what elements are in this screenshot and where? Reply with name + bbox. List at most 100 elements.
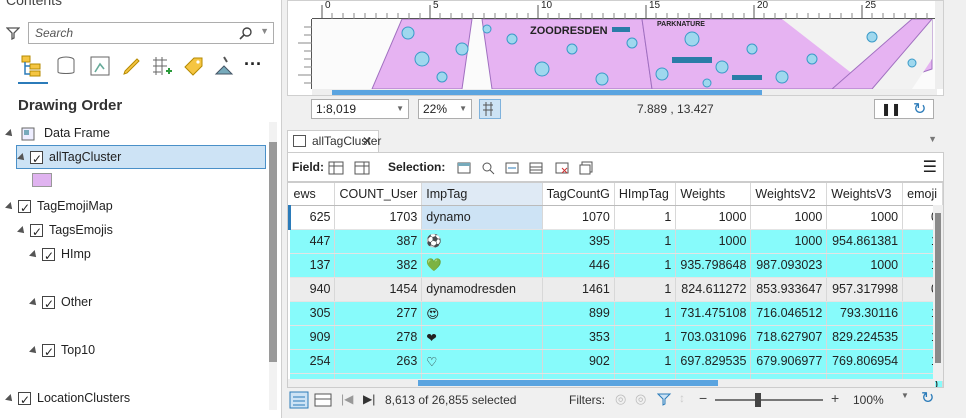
copy-selected-icon[interactable] [578,160,594,176]
table-cell[interactable]: 1 [614,253,677,278]
table-row[interactable]: 137382💚4461935.798648987.09302310001 [289,253,943,278]
table-cell[interactable]: 💚 [421,253,543,278]
list-by-snapping-icon[interactable] [150,54,174,78]
table-cell[interactable]: 679.906977 [750,349,828,374]
scrollbar-thumb[interactable] [332,90,762,95]
table-cell[interactable]: 731.475108 [675,301,752,326]
column-header[interactable]: ews [289,183,336,206]
zoom-in-icon[interactable]: + [831,390,839,406]
list-by-selection-icon[interactable] [88,54,112,78]
refresh-icon[interactable]: ↻ [913,99,926,119]
close-icon[interactable]: ✕ [362,131,372,151]
tree-item-other[interactable]: Other [29,291,92,315]
grid-snapping-button[interactable] [479,99,501,119]
table-cell[interactable]: 446 [542,253,615,278]
table-cell[interactable]: 902 [542,349,615,374]
table-cell[interactable]: 278 [334,325,423,350]
zoom-dropdown[interactable]: 22% ▼ [418,99,472,119]
zoom-out-icon[interactable]: − [699,390,707,406]
table-cell[interactable]: 1 [614,277,677,302]
table-menu-icon[interactable]: ☰ [923,157,937,177]
table-cell[interactable]: 305 [289,301,336,326]
table-cell[interactable]: 1000 [750,205,828,230]
more-options-icon[interactable]: ··· [244,54,262,75]
table-cell[interactable]: dynamodresden [421,277,543,302]
table-cell[interactable]: 1 [614,205,677,230]
table-row[interactable]: 447387⚽395110001000954.8613811 [289,229,943,254]
chevron-down-icon[interactable]: ▼ [459,100,467,118]
table-cell[interactable]: 718.627907 [750,325,828,350]
scrollbar-thumb[interactable] [269,142,277,362]
map-view[interactable]: 0 5 10 15 20 25 ZOODRESDEN PARKNATURE [287,0,944,96]
table-cell[interactable]: 899 [542,301,615,326]
tree-item-locationclusters[interactable]: LocationClusters [5,387,130,411]
list-by-drawing-order-icon[interactable] [20,54,44,78]
scrollbar-thumb[interactable] [418,380,718,386]
table-cell[interactable]: 824.611272 [675,277,752,302]
column-header[interactable]: HImpTag [614,183,677,206]
select-by-attributes-icon[interactable] [456,160,472,176]
list-by-editing-icon[interactable] [120,54,144,78]
zoom-slider[interactable] [715,393,823,407]
layer-visibility-checkbox[interactable] [30,148,43,170]
expand-icon[interactable] [5,201,15,212]
table-cell[interactable]: 1703 [334,205,423,230]
table-cell[interactable]: ♡ [421,349,543,374]
expand-icon[interactable] [5,128,15,139]
table-cell[interactable]: 853.933647 [750,277,828,302]
table-row[interactable]: 6251703dynamo107011000100010000 [288,205,943,230]
tree-item-top10[interactable]: Top10 [29,339,95,363]
table-cell[interactable]: 987.093023 [750,253,828,278]
table-cell[interactable]: 1070 [542,205,615,230]
table-cell[interactable]: 353 [542,325,615,350]
column-header[interactable]: emoji [902,183,943,206]
table-cell[interactable]: 387 [334,229,423,254]
table-cell[interactable]: 1000 [675,229,752,254]
show-all-records-icon[interactable] [289,391,309,409]
tree-item-alltagcluster[interactable]: allTagCluster [17,146,121,170]
refresh-icon[interactable]: ↻ [921,388,934,408]
table-cell[interactable]: 277 [334,301,423,326]
column-header[interactable]: TagCountG [542,183,615,206]
filter-by-extent-icon[interactable]: ◎ [615,391,626,407]
table-cell[interactable]: 697.829535 [675,349,752,374]
table-cell[interactable]: 1 [614,325,677,350]
expand-icon[interactable] [29,249,39,260]
scrollbar-thumb[interactable] [935,213,941,363]
table-cell[interactable]: 940 [289,277,336,302]
switch-selection-icon[interactable] [504,160,520,176]
next-record-icon[interactable]: ▶| [363,392,375,406]
map-canvas[interactable]: ZOODRESDEN PARKNATURE [312,19,937,89]
tree-item-himp[interactable]: HImp [29,243,91,267]
tab-menu-icon[interactable]: ▼ [928,134,937,144]
table-cell[interactable]: 703.031096 [675,325,752,350]
table-cell[interactable]: 395 [542,229,615,254]
search-icon[interactable] [239,26,253,40]
delete-selected-icon[interactable] [554,160,570,176]
filter-by-selection-icon[interactable]: ◎ [635,391,646,407]
table-cell[interactable]: 1 [614,229,677,254]
layer-symbol-swatch[interactable] [32,173,52,187]
add-field-icon[interactable] [328,160,344,176]
zoom-slider-thumb[interactable] [755,393,761,407]
column-header[interactable]: WeightsV2 [750,183,828,206]
table-cell[interactable]: 😍 [421,301,543,326]
list-by-labeling-icon[interactable] [182,54,206,78]
layer-visibility-checkbox[interactable] [18,197,31,219]
row-height-icon[interactable]: ↕ [679,391,685,405]
scale-dropdown[interactable]: 1:8,019 ▼ [311,99,409,119]
table-cell[interactable]: 1454 [334,277,423,302]
expand-icon[interactable] [17,152,27,163]
contents-scrollbar[interactable] [269,122,277,410]
tree-item-tagsemojis[interactable]: TagsEmojis [17,219,113,243]
table-horizontal-scrollbar[interactable] [288,379,935,387]
table-cell[interactable]: 447 [289,229,336,254]
table-row[interactable]: 909 278 ❤ 353 1 703.031096 718.627907 829.22453… [289,325,943,350]
column-header[interactable]: Weights [675,183,752,206]
table-cell[interactable]: 829.224535 [826,325,904,350]
table-cell[interactable]: 1 [614,301,677,326]
map-vertical-scrollbar[interactable] [935,1,943,89]
layer-visibility-checkbox[interactable] [42,245,55,267]
table-cell[interactable]: 793.30116 [826,301,904,326]
table-row[interactable]: 305 277 😍 899 1 731.475108 716.046512 793.30116… [289,301,943,326]
